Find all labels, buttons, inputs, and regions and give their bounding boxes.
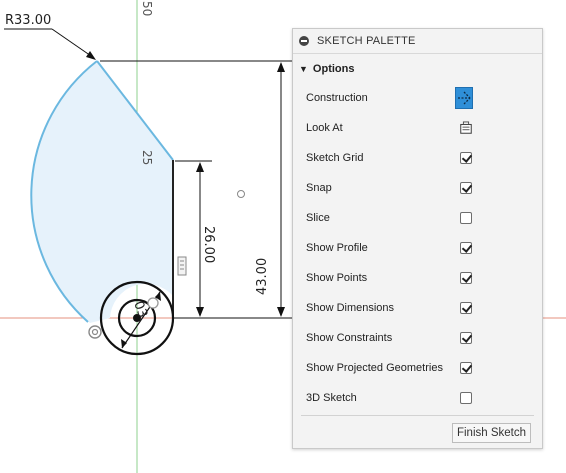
row-label: Show Points: [306, 272, 368, 284]
construction-line-icon[interactable]: [455, 87, 473, 109]
dimension-43-label[interactable]: 43.00: [255, 258, 270, 295]
row-label: Slice: [306, 212, 330, 224]
row-show-profile: Show Profile: [293, 233, 542, 263]
row-snap: Snap: [293, 173, 542, 203]
show-profile-checkbox[interactable]: [460, 242, 472, 254]
sketch-profile[interactable]: [31, 61, 173, 323]
vertical-constraint-icon[interactable]: [177, 256, 187, 276]
row-show-points: Show Points: [293, 263, 542, 293]
row-label: Show Constraints: [306, 332, 393, 344]
radius-arrow: [86, 51, 96, 60]
concentric-constraint-icon[interactable]: [88, 325, 102, 339]
row-label: Construction: [306, 92, 368, 104]
finish-sketch-button[interactable]: Finish Sketch: [451, 423, 531, 443]
divider: [301, 415, 534, 416]
palette-title: SKETCH PALETTE: [317, 35, 416, 47]
row-label: Sketch Grid: [306, 152, 364, 164]
axis-label-50: 50: [140, 1, 154, 16]
sketch-point[interactable]: [237, 190, 245, 198]
dimension-26-label[interactable]: 26.00: [201, 226, 216, 263]
row-label: 3D Sketch: [306, 392, 357, 404]
options-section-header[interactable]: ▼ Options: [293, 58, 542, 80]
row-label: Snap: [306, 182, 332, 194]
row-3d-sketch: 3D Sketch: [293, 383, 542, 413]
sketch-palette: SKETCH PALETTE ▼ Options Construction Lo…: [292, 28, 543, 449]
collapse-icon[interactable]: [299, 36, 309, 46]
row-label: Show Dimensions: [306, 302, 395, 314]
row-label: Show Projected Geometries: [306, 362, 443, 374]
row-show-projected-geometries: Show Projected Geometries: [293, 353, 542, 383]
row-sketch-grid: Sketch Grid: [293, 143, 542, 173]
triangle-down-icon: ▼: [299, 64, 308, 74]
sketch-grid-checkbox[interactable]: [460, 152, 472, 164]
show-constraints-checkbox[interactable]: [460, 332, 472, 344]
construction-toggle[interactable]: [455, 87, 473, 109]
coincident-constraint-icon[interactable]: [147, 297, 159, 309]
dim-arrow: [121, 339, 127, 348]
dim-arrow: [196, 307, 204, 317]
dim-arrow: [277, 307, 285, 317]
dim-arrow: [196, 162, 204, 172]
row-label: Look At: [306, 122, 343, 134]
look-at-icon[interactable]: [459, 120, 473, 136]
row-show-constraints: Show Constraints: [293, 323, 542, 353]
3d-sketch-checkbox[interactable]: [460, 392, 472, 404]
show-dimensions-checkbox[interactable]: [460, 302, 472, 314]
radius-leader-line: [51, 28, 95, 59]
dim-arrow: [277, 62, 285, 72]
row-construction: Construction: [293, 83, 542, 113]
axis-label-25: 25: [140, 150, 154, 165]
row-label: Show Profile: [306, 242, 368, 254]
palette-header[interactable]: SKETCH PALETTE: [293, 29, 542, 54]
look-at-button[interactable]: [459, 121, 473, 135]
show-projected-geometries-checkbox[interactable]: [460, 362, 472, 374]
options-title: Options: [312, 63, 355, 75]
row-show-dimensions: Show Dimensions: [293, 293, 542, 323]
row-look-at: Look At: [293, 113, 542, 143]
radius-dimension-label[interactable]: R33.00: [5, 13, 51, 28]
snap-checkbox[interactable]: [460, 182, 472, 194]
show-points-checkbox[interactable]: [460, 272, 472, 284]
row-slice: Slice: [293, 203, 542, 233]
slice-checkbox[interactable]: [460, 212, 472, 224]
